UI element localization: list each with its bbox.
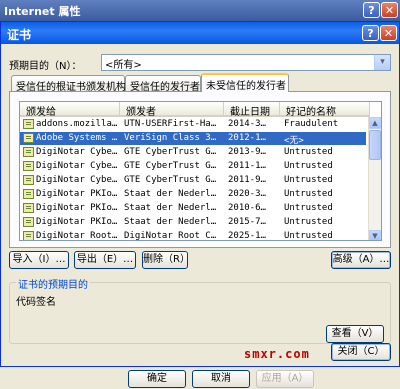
table-cell: UTN-USERFirst-Ha…: [124, 119, 217, 129]
parent-close-button[interactable]: ✕: [381, 2, 398, 18]
table-cell: Untrusted: [284, 161, 333, 171]
table-cell: Untrusted: [284, 217, 333, 227]
certificate-icon: [23, 133, 34, 143]
certificate-icon: [23, 203, 34, 213]
certificate-icon: [23, 161, 34, 171]
table-row[interactable]: DigiNotar Cybe… GTE CyberTrust G… 2011-1… U…: [20, 160, 366, 173]
table-cell: DigiNotar PKIo…: [36, 189, 118, 199]
purposes-group-legend: 证书的预期目的: [16, 276, 90, 291]
table-cell: addons.mozilla…: [36, 119, 118, 129]
table-cell: Untrusted: [284, 231, 333, 241]
certificate-list[interactable]: 颁发给 颁发者 截止日期 好记的名称 addons.mozilla… UTN-US…: [19, 101, 382, 241]
table-cell: Staat der Nederl…: [124, 203, 217, 213]
table-cell: DigiNotar PKIo…: [36, 217, 118, 227]
table-cell: 2011-1…: [228, 161, 266, 171]
remove-button[interactable]: 删除（R）: [142, 251, 190, 269]
table-cell: GTE CyberTrust G…: [124, 175, 217, 185]
table-cell: 2012-1…: [228, 133, 266, 143]
table-row[interactable]: DigiNotar PKIo… Staat der Nederl… 2015-7… U…: [20, 216, 366, 229]
scroll-thumb[interactable]: [369, 130, 381, 160]
table-cell: GTE CyberTrust G…: [124, 147, 217, 157]
table-cell: GTE CyberTrust G…: [124, 161, 217, 171]
watermark: smxr.com: [244, 347, 310, 361]
certificate-icon: [23, 231, 34, 240]
table-cell: 2014-3…: [228, 119, 266, 129]
table-cell: Untrusted: [284, 175, 333, 185]
column-header-issued-by[interactable]: 颁发者: [120, 102, 224, 118]
certificate-icon: [23, 147, 34, 157]
certificate-icon: [23, 217, 34, 227]
table-cell: 2020-3…: [228, 189, 266, 199]
table-row[interactable]: DigiNotar PKIo… Staat der Nederl… 2020-3… U…: [20, 188, 366, 201]
certificate-purposes-group: 证书的预期目的 代码签名 查看（V）: [9, 276, 391, 344]
table-cell: DigiNotar Cybe…: [36, 147, 118, 157]
table-cell: 2015-7…: [228, 217, 266, 227]
purpose-select[interactable]: <所有> ▾: [101, 54, 391, 71]
table-cell: 2013-9…: [228, 147, 266, 157]
table-cell: Adobe Systems …: [36, 133, 118, 143]
dialog-title: 证书: [7, 28, 32, 42]
table-cell: 2025-1…: [228, 231, 266, 241]
table-cell: 2011-9…: [228, 175, 266, 185]
column-header-friendly-name[interactable]: 好记的名称: [280, 102, 370, 118]
table-cell: DigiNotar Cybe…: [36, 161, 118, 171]
table-cell: Untrusted: [284, 147, 333, 157]
table-cell: DigiNotar Root…: [36, 231, 118, 241]
list-vertical-scrollbar[interactable]: ▲ ▼: [368, 117, 381, 240]
scroll-up-button[interactable]: ▲: [369, 117, 381, 129]
table-cell: Staat der Nederl…: [124, 189, 217, 199]
certificate-icon: [23, 119, 34, 129]
table-row[interactable]: DigiNotar Cybe… GTE CyberTrust G… 2011-9… U…: [20, 174, 366, 187]
dialog-close-button[interactable]: ✕: [380, 25, 397, 41]
table-cell: Untrusted: [284, 189, 333, 199]
table-cell: 2010-6…: [228, 203, 266, 213]
export-button[interactable]: 导出（E）…: [74, 251, 136, 269]
dialog-help-button[interactable]: ?: [362, 25, 379, 41]
cancel-button[interactable]: 取消: [192, 370, 250, 388]
dialog-titlebar: 证书 ? ✕: [1, 22, 399, 44]
tab-panel: 颁发给 颁发者 截止日期 好记的名称 addons.mozilla… UTN-US…: [9, 91, 391, 248]
table-cell: DigiNotar Root C…: [124, 231, 217, 241]
parent-window-titlebar: Internet 属性 ? ✕: [0, 0, 400, 21]
scroll-down-button[interactable]: ▼: [369, 230, 381, 240]
certificate-icon: [23, 175, 34, 185]
purposes-value: 代码签名: [16, 297, 56, 308]
table-cell: Fraudulent: [284, 119, 339, 129]
certificates-dialog: 证书 ? ✕ 预期目的（N）： <所有> ▾ 受信任的根证书颁发机构 受信任的发…: [0, 21, 400, 367]
advanced-button[interactable]: 高级（A）…: [331, 251, 391, 269]
parent-help-button[interactable]: ?: [363, 2, 380, 18]
parent-window-title: Internet 属性: [4, 5, 81, 18]
purpose-label: 预期目的（N）：: [9, 61, 82, 72]
purpose-select-value: <所有>: [105, 60, 142, 71]
table-row[interactable]: DigiNotar Root… DigiNotar Root C… 2025-1… U…: [20, 230, 366, 241]
tab-trusted-publishers[interactable]: 受信任的发行者: [125, 75, 201, 93]
table-cell: Staat der Nederl…: [124, 217, 217, 227]
chevron-down-icon[interactable]: ▾: [374, 55, 390, 70]
table-row[interactable]: DigiNotar Cybe… GTE CyberTrust G… 2013-9… U…: [20, 146, 366, 159]
apply-button[interactable]: 应用（A）: [256, 370, 314, 388]
table-cell: <无>: [284, 136, 304, 146]
import-button[interactable]: 导入（I）…: [9, 251, 69, 269]
table-cell: DigiNotar Cybe…: [36, 175, 118, 185]
table-row[interactable]: addons.mozilla… UTN-USERFirst-Ha… 2014-3… F…: [20, 118, 366, 131]
tab-trusted-root[interactable]: 受信任的根证书颁发机构: [11, 75, 126, 93]
table-row[interactable]: DigiNotar PKIo… Staat der Nederl… 2010-6… U…: [20, 202, 366, 215]
table-cell: Untrusted: [284, 203, 333, 213]
column-header-expiration[interactable]: 截止日期: [224, 102, 280, 118]
table-cell: VeriSign Class 3…: [124, 133, 217, 143]
table-cell: DigiNotar PKIo…: [36, 203, 118, 213]
view-button[interactable]: 查看（V）: [326, 325, 384, 343]
close-button[interactable]: 关闭（C）: [331, 343, 391, 361]
ok-button[interactable]: 确定: [128, 370, 186, 388]
tab-untrusted-publishers[interactable]: 未受信任的发行者: [201, 73, 289, 92]
table-row[interactable]: Adobe Systems … VeriSign Class 3… 2012-1… <…: [20, 132, 366, 146]
column-header-issued-to[interactable]: 颁发给: [20, 102, 120, 118]
certificate-icon: [23, 189, 34, 199]
